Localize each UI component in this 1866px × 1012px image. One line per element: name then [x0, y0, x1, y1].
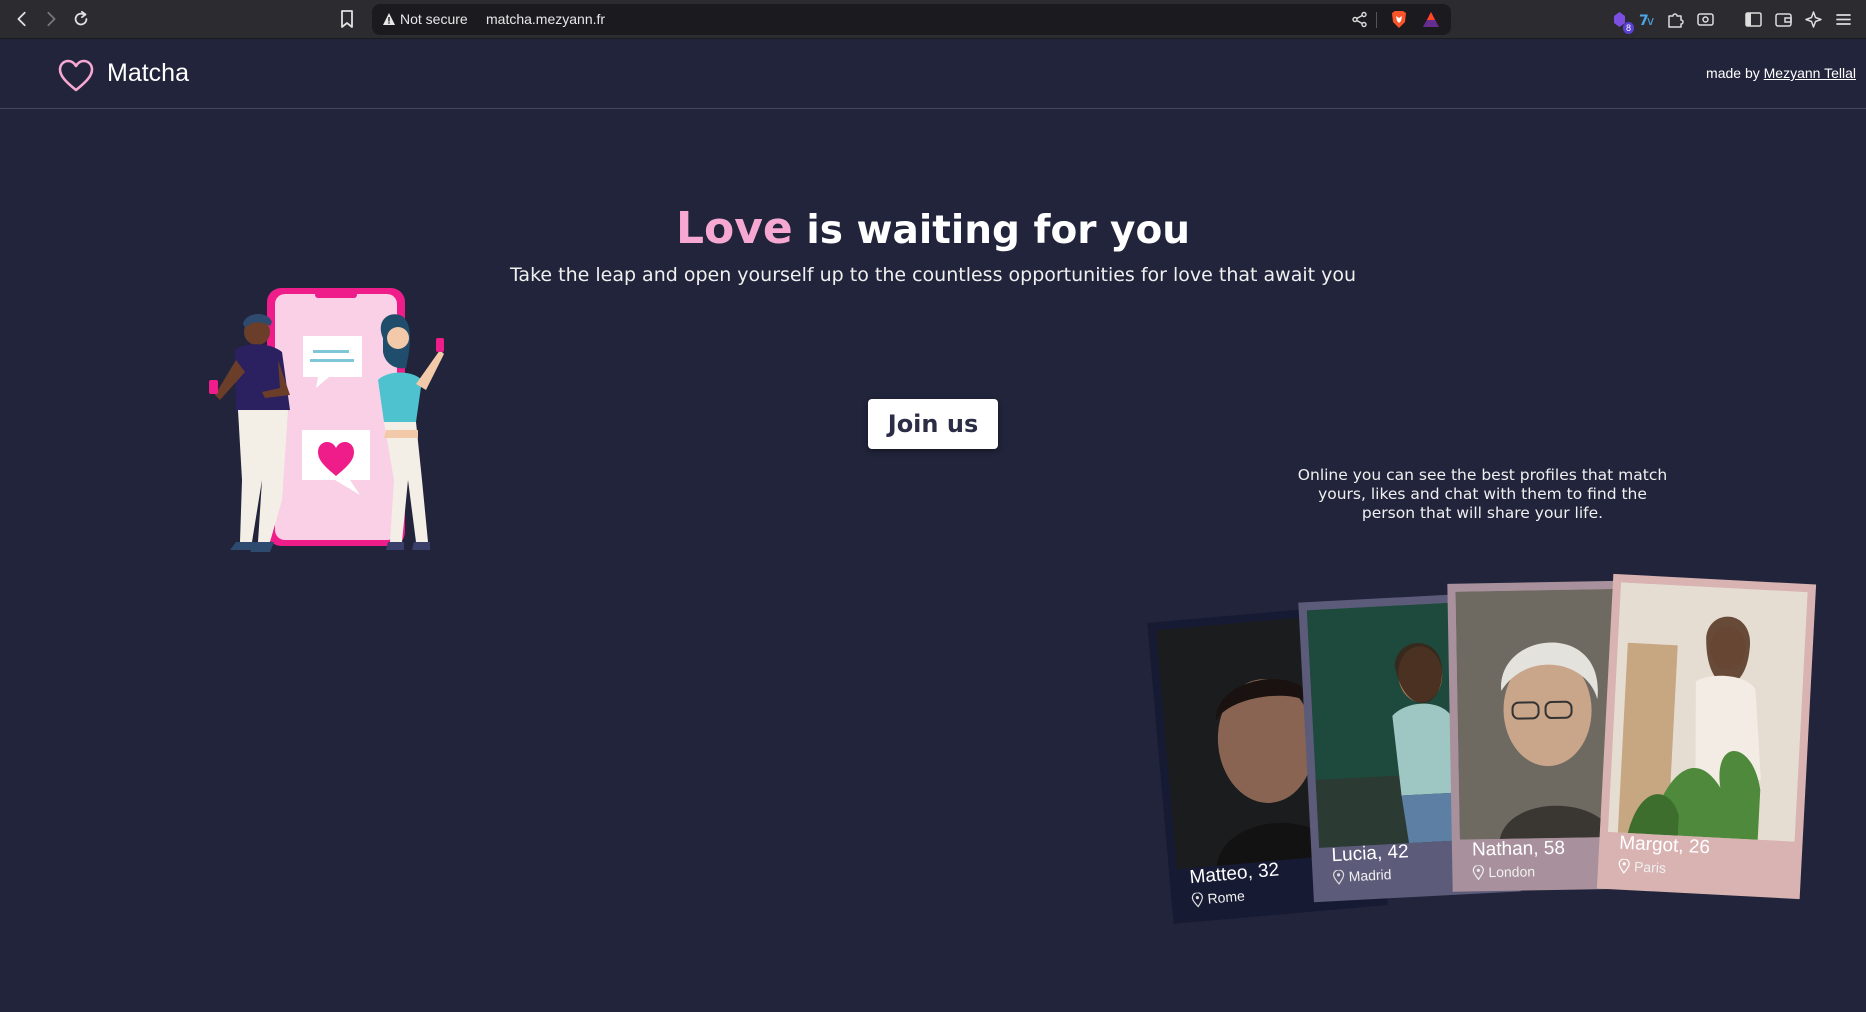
warning-icon[interactable]: [382, 12, 396, 26]
profile-card[interactable]: Margot, 26 Paris: [1596, 573, 1817, 900]
svg-text:v: v: [1647, 14, 1654, 28]
leo-ai-icon[interactable]: [1802, 8, 1824, 30]
profile-city: London: [1488, 863, 1536, 881]
translate-icon[interactable]: 7v: [1636, 8, 1658, 30]
profile-name: Lucia, 42: [1331, 841, 1410, 867]
side-description: Online you can see the best profiles tha…: [1297, 466, 1668, 522]
brave-shield-icon[interactable]: [1390, 10, 1408, 29]
site-header: Matcha made by Mezyann Tellal: [0, 39, 1866, 109]
divider: [1376, 12, 1377, 28]
profile-photo: [1607, 582, 1808, 842]
url-text[interactable]: matcha.mezyann.fr: [486, 11, 605, 27]
address-bar[interactable]: Not secure matcha.mezyann.fr: [372, 4, 1451, 35]
sidebar-icon[interactable]: [1742, 8, 1764, 30]
profile-location: Madrid: [1332, 866, 1392, 885]
wallet-icon[interactable]: [1772, 8, 1794, 30]
location-pin-icon: [1472, 864, 1484, 880]
browser-toolbar: Not secure matcha.mezyann.fr 8 7v: [0, 0, 1866, 39]
profile-location: Paris: [1618, 858, 1667, 877]
security-label[interactable]: Not secure: [400, 11, 468, 27]
location-pin-icon: [1618, 858, 1630, 874]
menu-icon[interactable]: [1832, 8, 1854, 30]
location-pin-icon: [1191, 891, 1203, 908]
hero-title-highlight: Love: [675, 203, 793, 254]
join-us-button[interactable]: Join us: [868, 399, 998, 449]
profile-city: Madrid: [1348, 866, 1392, 885]
hero-title-rest: is waiting for you: [792, 208, 1191, 253]
share-icon[interactable]: [1351, 11, 1368, 28]
heart-logo-icon[interactable]: [58, 59, 94, 93]
back-icon[interactable]: [9, 6, 35, 32]
reload-icon[interactable]: [68, 6, 94, 32]
credit-prefix: made by: [1706, 65, 1760, 81]
location-pin-icon: [1332, 869, 1345, 885]
bookmark-icon[interactable]: [337, 8, 357, 30]
puzzle-icon[interactable]: [1664, 8, 1686, 30]
profile-city: Paris: [1633, 858, 1667, 877]
profile-location: London: [1472, 863, 1535, 880]
profile-name: Margot, 26: [1618, 832, 1711, 859]
profile-name: Nathan, 58: [1471, 837, 1566, 861]
profile-city: Rome: [1206, 887, 1246, 907]
brand-name[interactable]: Matcha: [107, 59, 189, 88]
screenshot-icon[interactable]: [1694, 8, 1716, 30]
author-link[interactable]: Mezyann Tellal: [1764, 65, 1856, 81]
extension-badge: 8: [1622, 22, 1634, 34]
credit: made by Mezyann Tellal: [1706, 65, 1856, 81]
hero-title: Love is waiting for you: [0, 203, 1866, 254]
couple-phone-illustration: [209, 288, 444, 552]
profile-location: Rome: [1191, 887, 1246, 909]
rewards-icon[interactable]: [1422, 11, 1440, 28]
extension-icon[interactable]: 8: [1608, 8, 1634, 34]
forward-icon[interactable]: [38, 6, 64, 32]
